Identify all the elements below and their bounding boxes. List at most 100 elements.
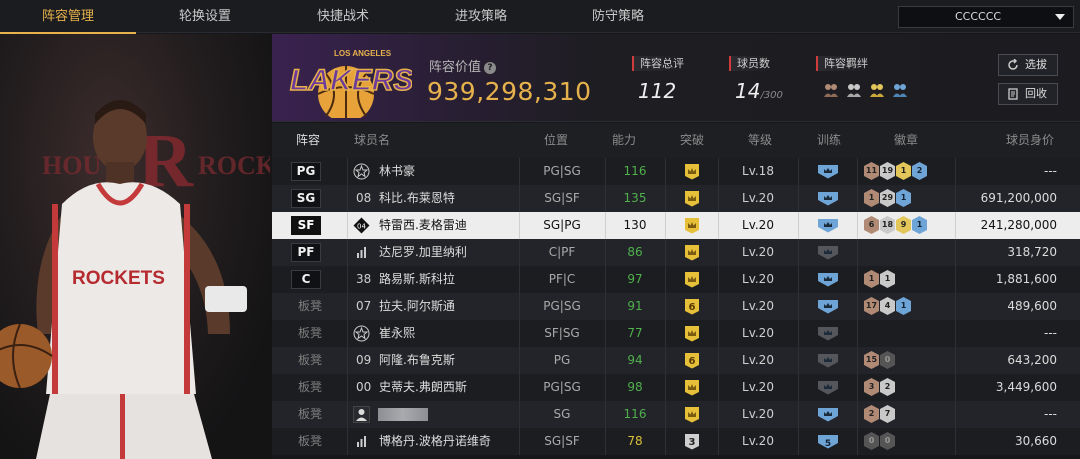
column-divider <box>347 293 348 320</box>
table-row[interactable]: 板凳 SG 116 Lv.20 2 7 --- <box>272 401 1080 428</box>
bench-label[interactable]: 板凳 <box>298 320 322 347</box>
table-row[interactable]: 板凳 崔永熙 SF|SG 77 Lv.20 --- <box>272 320 1080 347</box>
badge-count[interactable]: 0 <box>880 351 895 369</box>
bronze-chem-icon[interactable] <box>822 81 840 99</box>
player-name[interactable]: 特雷西.麦格雷迪 <box>379 212 467 239</box>
badge-count[interactable]: 15 <box>864 351 879 369</box>
lineup-slot-badge[interactable]: SF <box>291 216 321 235</box>
table-row[interactable]: PG 林书豪 PG|SG 116 Lv.18 11 19 1 2 --- <box>272 158 1080 185</box>
player-name[interactable]: 林书豪 <box>379 158 415 185</box>
player-name[interactable]: 达尼罗.加里纳利 <box>379 239 467 266</box>
training-icon[interactable] <box>817 245 839 260</box>
team-select-dropdown[interactable]: CCCCCC <box>898 6 1074 28</box>
badge-count[interactable]: 9 <box>896 216 911 234</box>
badge-count[interactable]: 4 <box>880 297 895 315</box>
player-ability: 116 <box>623 164 647 178</box>
training-icon[interactable]: 5 <box>817 434 839 449</box>
player-name[interactable]: 拉夫.阿尔斯通 <box>379 293 455 320</box>
recall-button[interactable]: 回收 <box>998 83 1058 105</box>
badge-count[interactable]: 2 <box>864 405 879 423</box>
diamond-chem-icon[interactable] <box>891 81 909 99</box>
player-name[interactable]: 史蒂夫.弗朗西斯 <box>379 374 467 401</box>
badge-count[interactable]: 7 <box>880 405 895 423</box>
column-divider <box>665 293 666 320</box>
bench-label[interactable]: 板凳 <box>298 347 322 374</box>
lineup-slot-badge[interactable]: PF <box>291 243 321 262</box>
tab-rotation-settings[interactable]: 轮换设置 <box>136 0 274 33</box>
training-icon[interactable] <box>817 353 839 368</box>
badge-count[interactable]: 0 <box>864 432 879 450</box>
training-icon[interactable] <box>817 407 839 422</box>
crown-breakthrough-icon <box>685 191 699 207</box>
header-level: 等级 <box>748 133 773 147</box>
bench-label[interactable]: 板凳 <box>298 374 322 401</box>
badge-count[interactable]: 1 <box>896 297 911 315</box>
training-icon[interactable] <box>817 299 839 314</box>
gold-chem-icon[interactable] <box>868 81 886 99</box>
badge-count[interactable]: 2 <box>912 162 927 180</box>
column-divider <box>955 320 956 347</box>
badge-count[interactable]: 11 <box>864 162 879 180</box>
bench-label[interactable]: 板凳 <box>298 401 322 428</box>
badge-count[interactable]: 1 <box>880 270 895 288</box>
player-ability: 91 <box>627 299 643 313</box>
lineup-chemistry-label: 阵容羁绊 <box>816 56 868 71</box>
badge-count[interactable]: 1 <box>896 189 911 207</box>
bench-label[interactable]: 板凳 <box>298 428 322 455</box>
help-icon[interactable]: ? <box>484 62 497 74</box>
silver-chem-icon[interactable] <box>845 81 863 99</box>
badge-count[interactable]: 3 <box>864 378 879 396</box>
player-name[interactable]: 阿隆.布鲁克斯 <box>379 347 455 374</box>
training-icon[interactable] <box>817 326 839 341</box>
table-row[interactable]: 板凳 00 史蒂夫.弗朗西斯 PG|SG 98 Lv.20 3 2 3,449,600 <box>272 374 1080 401</box>
player-name[interactable]: 科比.布莱恩特 <box>379 185 455 212</box>
player-name[interactable]: 崔永熙 <box>379 320 415 347</box>
badge-count[interactable]: 1 <box>864 270 879 288</box>
column-divider <box>857 158 858 185</box>
table-row[interactable]: 板凳 09 阿隆.布鲁克斯 PG 94 6 Lv.20 15 0 643,200 <box>272 347 1080 374</box>
lineup-value-label: 阵容价值? <box>429 56 497 75</box>
badge-count[interactable]: 1 <box>864 189 879 207</box>
badge-count[interactable]: 0 <box>880 432 895 450</box>
player-name[interactable]: 路易斯.斯科拉 <box>379 266 455 293</box>
tab-offense-strategy[interactable]: 进攻策略 <box>412 0 550 33</box>
badge-count[interactable]: 18 <box>880 216 895 234</box>
table-row[interactable]: 板凳 07 拉夫.阿尔斯通 PG|SG 91 6 Lv.20 17 4 1 489,600 <box>272 293 1080 320</box>
badge-count[interactable]: 6 <box>864 216 879 234</box>
training-icon[interactable] <box>817 380 839 395</box>
badge-count[interactable]: 17 <box>864 297 879 315</box>
column-divider <box>857 320 858 347</box>
training-icon[interactable] <box>817 191 839 206</box>
badge-count[interactable]: 1 <box>896 162 911 180</box>
bench-label[interactable]: 板凳 <box>298 293 322 320</box>
training-icon[interactable] <box>817 272 839 287</box>
player-name[interactable]: 博格丹.波格丹诺维奇 <box>379 428 491 455</box>
player-value: 643,200 <box>1007 353 1057 367</box>
player-ability: 116 <box>623 407 647 421</box>
column-divider <box>347 185 348 212</box>
lineup-slot-badge[interactable]: PG <box>291 162 321 181</box>
player-position: PF|C <box>548 272 576 286</box>
table-row[interactable]: SG 08 科比.布莱恩特 SG|SF 135 Lv.20 1 29 1 691,200,000 <box>272 185 1080 212</box>
column-divider <box>347 239 348 266</box>
training-icon[interactable] <box>817 164 839 179</box>
tab-quick-tactics[interactable]: 快捷战术 <box>274 0 412 33</box>
badge-count[interactable]: 19 <box>880 162 895 180</box>
tab-defense-strategy[interactable]: 防守策略 <box>550 0 686 33</box>
select-button[interactable]: 选拔 <box>998 54 1058 76</box>
lineup-slot-badge[interactable]: C <box>291 270 321 289</box>
tab-lineup-management[interactable]: 阵容管理 <box>0 0 136 34</box>
table-row[interactable]: PF 达尼罗.加里纳利 C|PF 86 Lv.20 318,720 <box>272 239 1080 266</box>
lineup-slot-badge[interactable]: SG <box>291 189 321 208</box>
badge-count[interactable]: 29 <box>880 189 895 207</box>
header-position: 位置 <box>544 133 569 147</box>
column-divider <box>665 239 666 266</box>
badge-count[interactable]: 2 <box>880 378 895 396</box>
table-row[interactable]: C 38 路易斯.斯科拉 PF|C 97 Lv.20 1 1 1,881,600 <box>272 266 1080 293</box>
badge-count[interactable]: 1 <box>912 216 927 234</box>
training-icon[interactable] <box>817 218 839 233</box>
table-row[interactable]: SF 04 特雷西.麦格雷迪 SG|PG 130 Lv.20 6 18 9 1 241,280,00… <box>272 212 1080 239</box>
table-row[interactable]: 板凳 博格丹.波格丹诺维奇 SG|SF 78 3 Lv.20 5 0 0 30,660 <box>272 428 1080 455</box>
chemistry-icons <box>822 81 909 99</box>
svg-text:6: 6 <box>689 302 696 313</box>
